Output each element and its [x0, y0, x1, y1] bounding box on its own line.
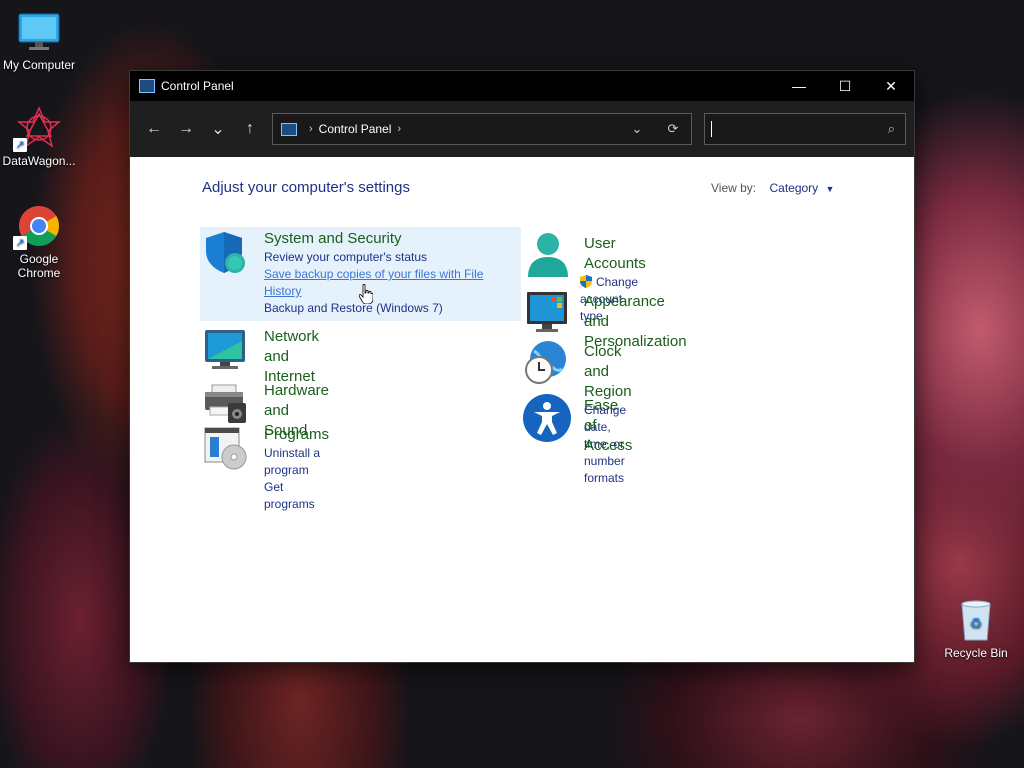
- search-icon[interactable]: ⌕: [888, 121, 895, 137]
- chevron-down-icon[interactable]: ⌄: [619, 121, 655, 137]
- network-icon: [202, 327, 248, 373]
- page-title: Adjust your computer's settings: [202, 179, 410, 196]
- breadcrumb-control-panel[interactable]: Control Panel: [319, 122, 392, 136]
- refresh-icon[interactable]: ⟳: [655, 121, 691, 137]
- category-link[interactable]: Get programs: [264, 479, 329, 513]
- desktop-icon-label: My Computer: [2, 58, 76, 72]
- maximize-button[interactable]: ☐: [822, 71, 868, 101]
- category-title[interactable]: User Accounts: [584, 234, 646, 274]
- user-icon: [522, 231, 568, 277]
- recent-locations-button[interactable]: ⌄: [202, 113, 234, 145]
- up-button[interactable]: ↑: [234, 113, 266, 145]
- back-button[interactable]: ←: [138, 113, 170, 145]
- programs-icon: [202, 425, 248, 471]
- recycle-bin-icon: ♻: [956, 598, 996, 642]
- uac-shield-icon: [580, 275, 592, 288]
- category-title[interactable]: System and Security: [264, 229, 494, 249]
- desktop-icon-label: DataWagon...: [2, 154, 76, 168]
- control-panel-icon: [139, 79, 155, 93]
- search-box[interactable]: ⌕: [704, 113, 906, 145]
- category-link[interactable]: Save backup copies of your files with Fi…: [264, 266, 494, 300]
- shortcut-arrow-icon: ↗: [13, 236, 27, 250]
- forward-button[interactable]: →: [170, 113, 202, 145]
- caret-down-icon[interactable]: ▼: [826, 184, 835, 194]
- category-link[interactable]: Backup and Restore (Windows 7): [264, 300, 494, 317]
- category-link[interactable]: Uninstall a program: [264, 445, 329, 479]
- category-title[interactable]: Network and Internet: [264, 327, 319, 387]
- desktop-icon-label: Google Chrome: [17, 252, 61, 280]
- datawagon-icon: ↗: [13, 106, 62, 152]
- desktop-icon-recycle-bin[interactable]: ♻ Recycle Bin: [939, 598, 1013, 660]
- control-panel-content: Adjust your computer's settings View by:…: [130, 157, 914, 662]
- category-title[interactable]: Ease of Access: [584, 396, 632, 456]
- category-title[interactable]: Programs: [264, 425, 329, 445]
- search-input[interactable]: [711, 121, 888, 137]
- chevron-right-icon: ›: [309, 123, 313, 135]
- appearance-icon: [522, 289, 568, 335]
- desktop-icon-label: Recycle Bin: [944, 646, 1008, 660]
- minimize-button[interactable]: —: [776, 71, 822, 101]
- view-by: View by: Category ▼: [711, 181, 834, 195]
- shortcut-arrow-icon: ↗: [13, 138, 27, 152]
- chrome-icon: ↗: [13, 204, 61, 250]
- control-panel-window: Control Panel — ☐ ✕ ← → ⌄ ↑ › Control Pa…: [129, 70, 915, 663]
- close-button[interactable]: ✕: [868, 71, 914, 101]
- monitor-icon: [17, 10, 61, 54]
- shield-icon: [202, 229, 248, 275]
- chevron-right-icon[interactable]: ›: [397, 123, 401, 135]
- window-title: Control Panel: [161, 79, 234, 93]
- svg-text:♻: ♻: [970, 616, 983, 632]
- desktop-icon-google-chrome[interactable]: ↗ Google Chrome: [0, 204, 79, 280]
- accessibility-icon: [522, 393, 571, 442]
- view-by-dropdown[interactable]: Category: [769, 181, 818, 195]
- desktop-icon-datawagon[interactable]: ↗ DataWagon...: [0, 106, 79, 168]
- navigation-bar: ← → ⌄ ↑ › Control Panel › ⌄ ⟳ ⌕: [130, 101, 914, 157]
- title-bar[interactable]: Control Panel — ☐ ✕: [130, 71, 914, 101]
- hand-cursor-icon: [358, 283, 374, 305]
- address-bar[interactable]: › Control Panel › ⌄ ⟳: [272, 113, 692, 145]
- desktop-icon-my-computer[interactable]: My Computer: [0, 10, 79, 72]
- clock-globe-icon: [522, 339, 568, 385]
- printer-icon: [202, 381, 248, 427]
- category-link[interactable]: Review your computer's status: [264, 249, 494, 266]
- view-by-label: View by:: [711, 181, 757, 195]
- control-panel-icon: [281, 122, 297, 136]
